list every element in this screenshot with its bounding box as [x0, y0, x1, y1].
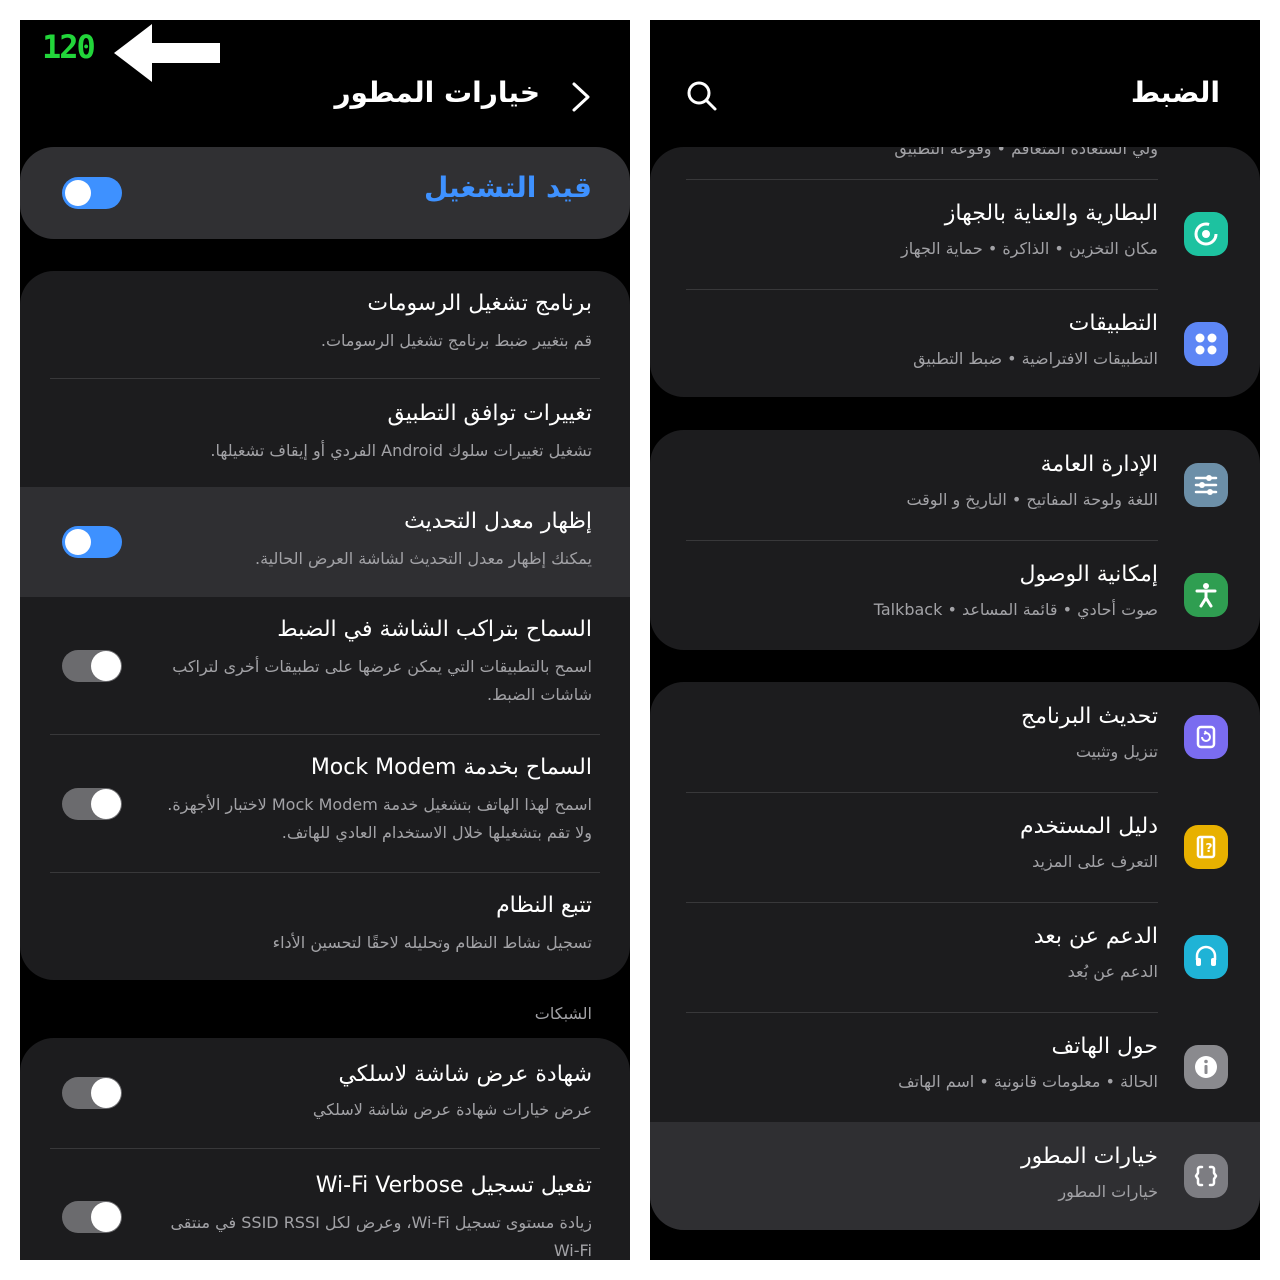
list-item-app-compat[interactable]: تغييرات توافق التطبيق تشغيل تغييرات سلوك…	[20, 379, 630, 487]
item-title: الدعم عن بعد	[1033, 924, 1158, 949]
settings-item-general-management[interactable]: الإدارة العامة اللغة ولوحة المفاتيح • ال…	[650, 430, 1260, 540]
master-toggle-label: قيد التشغيل	[424, 171, 592, 204]
list-item-wifi-verbose[interactable]: تفعيل تسجيل Wi-Fi Verbose زيادة مستوى تس…	[20, 1149, 630, 1260]
item-title: برنامج تشغيل الرسومات	[367, 291, 592, 316]
accessibility-icon	[1184, 573, 1228, 617]
item-subtitle: اللغة ولوحة المفاتيح • التاريخ و الوقت	[906, 490, 1158, 509]
back-chevron-icon[interactable]	[570, 80, 592, 114]
item-title: التطبيقات	[1068, 311, 1158, 336]
toggle-knob	[91, 789, 121, 819]
item-title: البطارية والعناية بالجهاز	[944, 201, 1158, 226]
item-subtitle: يمكنك إظهار معدل التحديث لشاشة العرض الح…	[255, 549, 592, 568]
page-title: خيارات المطور	[334, 76, 540, 109]
toggle-knob	[65, 180, 91, 206]
developer-options-list: برنامج تشغيل الرسومات قم بتغيير ضبط برنا…	[20, 271, 630, 980]
page-title: الضبط	[1130, 76, 1220, 109]
item-title: خيارات المطور	[1021, 1144, 1158, 1169]
item-subtitle: خيارات المطور	[1058, 1182, 1158, 1201]
item-title: إظهار معدل التحديث	[404, 509, 592, 534]
toggle-knob	[91, 1202, 121, 1232]
item-title: الإدارة العامة	[1040, 452, 1158, 477]
item-subtitle: تشغيل تغييرات سلوك Android الفردي أو إيق…	[210, 441, 592, 460]
item-subtitle: تنزيل وتثبيت	[1075, 742, 1158, 761]
settings-group-2: الإدارة العامة اللغة ولوحة المفاتيح • ال…	[650, 430, 1260, 650]
settings-item-remote-support[interactable]: الدعم عن بعد الدعم عن بُعد	[650, 902, 1260, 1012]
item-subtitle: الحالة • معلومات قانونية • اسم الهاتف	[898, 1072, 1158, 1091]
list-item-mock-modem[interactable]: السماح بخدمة Mock Modem اسمح لهذا الهاتف…	[20, 735, 630, 872]
item-subtitle: اسمح بالتطبيقات التي يمكن عرضها على تطبي…	[172, 657, 592, 704]
settings-item-about-phone[interactable]: حول الهاتف الحالة • معلومات قانونية • اس…	[650, 1012, 1260, 1122]
networks-list: شهادة عرض شاشة لاسلكي عرض خيارات شهادة ع…	[20, 1038, 630, 1260]
fps-counter: 120	[42, 28, 96, 66]
toggle-knob	[91, 1078, 121, 1108]
item-subtitle: التعرف على المزيد	[1032, 852, 1158, 871]
item-subtitle: صوت أحادي • قائمة المساعد • Talkback	[873, 600, 1158, 619]
remote-support-icon	[1184, 935, 1228, 979]
item-title: شهادة عرض شاشة لاسلكي	[338, 1062, 592, 1087]
item-subtitle: قم بتغيير ضبط برنامج تشغيل الرسومات.	[320, 331, 592, 350]
wifi-verbose-toggle[interactable]	[62, 1201, 122, 1233]
settings-item-software-update[interactable]: تحديث البرنامج تنزيل وتثبيت	[650, 682, 1260, 792]
settings-item-apps[interactable]: التطبيقات التطبيقات الافتراضية • ضبط الت…	[650, 289, 1260, 397]
svg-text:?: ?	[1206, 841, 1213, 855]
settings-item-developer-options[interactable]: خيارات المطور خيارات المطور	[650, 1122, 1260, 1230]
item-title: تحديث البرنامج	[1021, 704, 1158, 729]
item-title: دليل المستخدم	[1020, 814, 1158, 839]
item-title: تغييرات توافق التطبيق	[387, 401, 592, 426]
settings-group-3: تحديث البرنامج تنزيل وتثبيت دليل المستخد…	[650, 682, 1260, 1230]
item-subtitle: اسمح لهذا الهاتف بتشغيل خدمة Mock Modem …	[167, 795, 592, 842]
device-care-icon	[1184, 212, 1228, 256]
item-subtitle: تسجيل نشاط النظام وتحليله لاحقًا لتحسين …	[272, 933, 592, 952]
item-subtitle: الدعم عن بُعد	[1067, 962, 1158, 981]
item-title: السماح بخدمة Mock Modem	[310, 755, 592, 780]
wireless-display-toggle[interactable]	[62, 1077, 122, 1109]
search-icon[interactable]	[686, 80, 718, 112]
settings-group-1: ولي الستعادة المتعاقم • وقوعة التطبيق ال…	[650, 147, 1260, 397]
cut-off-subtitle: ولي الستعادة المتعاقم • وقوعة التطبيق	[894, 147, 1158, 158]
item-title: السماح بتراكب الشاشة في الضبط	[277, 617, 592, 642]
item-subtitle: زيادة مستوى تسجيل Wi-Fi، وعرض لكل SSID R…	[170, 1213, 592, 1260]
list-item-system-tracing[interactable]: تتبع النظام تسجيل نشاط النظام وتحليله لا…	[20, 873, 630, 980]
item-subtitle: التطبيقات الافتراضية • ضبط التطبيق	[913, 349, 1158, 368]
settings-item-user-manual[interactable]: دليل المستخدم التعرف على المزيد ?	[650, 792, 1260, 902]
list-item-wireless-display-cert[interactable]: شهادة عرض شاشة لاسلكي عرض خيارات شهادة ع…	[20, 1038, 630, 1148]
screen-overlay-toggle[interactable]	[62, 650, 122, 682]
developer-options-icon	[1184, 1154, 1228, 1198]
item-title: تفعيل تسجيل Wi-Fi Verbose	[315, 1173, 592, 1198]
apps-icon	[1184, 322, 1228, 366]
arrow-left-icon	[114, 24, 220, 82]
master-toggle[interactable]	[62, 177, 122, 209]
item-subtitle: عرض خيارات شهادة عرض شاشة لاسلكي	[312, 1100, 592, 1119]
settings-item-battery[interactable]: البطارية والعناية بالجهاز مكان التخزين •…	[650, 179, 1260, 289]
list-item-refresh-rate[interactable]: إظهار معدل التحديث يمكنك إظهار معدل التح…	[20, 487, 630, 597]
item-title: حول الهاتف	[1051, 1034, 1159, 1059]
item-subtitle: مكان التخزين • الذاكرة • حماية الجهاز	[900, 239, 1158, 258]
master-toggle-card[interactable]: قيد التشغيل	[20, 147, 630, 239]
general-management-icon	[1184, 463, 1228, 507]
list-item-screen-overlay[interactable]: السماح بتراكب الشاشة في الضبط اسمح بالتط…	[20, 597, 630, 734]
toggle-knob	[65, 529, 91, 555]
refresh-rate-toggle[interactable]	[62, 526, 122, 558]
user-manual-icon: ?	[1184, 825, 1228, 869]
item-title: تتبع النظام	[496, 893, 592, 918]
list-item-graphics-driver[interactable]: برنامج تشغيل الرسومات قم بتغيير ضبط برنا…	[20, 271, 630, 379]
item-title: إمكانية الوصول	[1019, 562, 1158, 587]
toggle-knob	[91, 651, 121, 681]
settings-screen: الضبط ولي الستعادة المتعاقم • وقوعة التط…	[650, 20, 1260, 1260]
developer-options-screen: 120 خيارات المطور قيد التشغيل برنامج تشغ…	[20, 20, 630, 1260]
settings-item-accessibility[interactable]: إمكانية الوصول صوت أحادي • قائمة المساعد…	[650, 540, 1260, 650]
section-header-networks: الشبكات	[534, 1004, 592, 1023]
mock-modem-toggle[interactable]	[62, 788, 122, 820]
software-update-icon	[1184, 715, 1228, 759]
about-phone-icon	[1184, 1045, 1228, 1089]
